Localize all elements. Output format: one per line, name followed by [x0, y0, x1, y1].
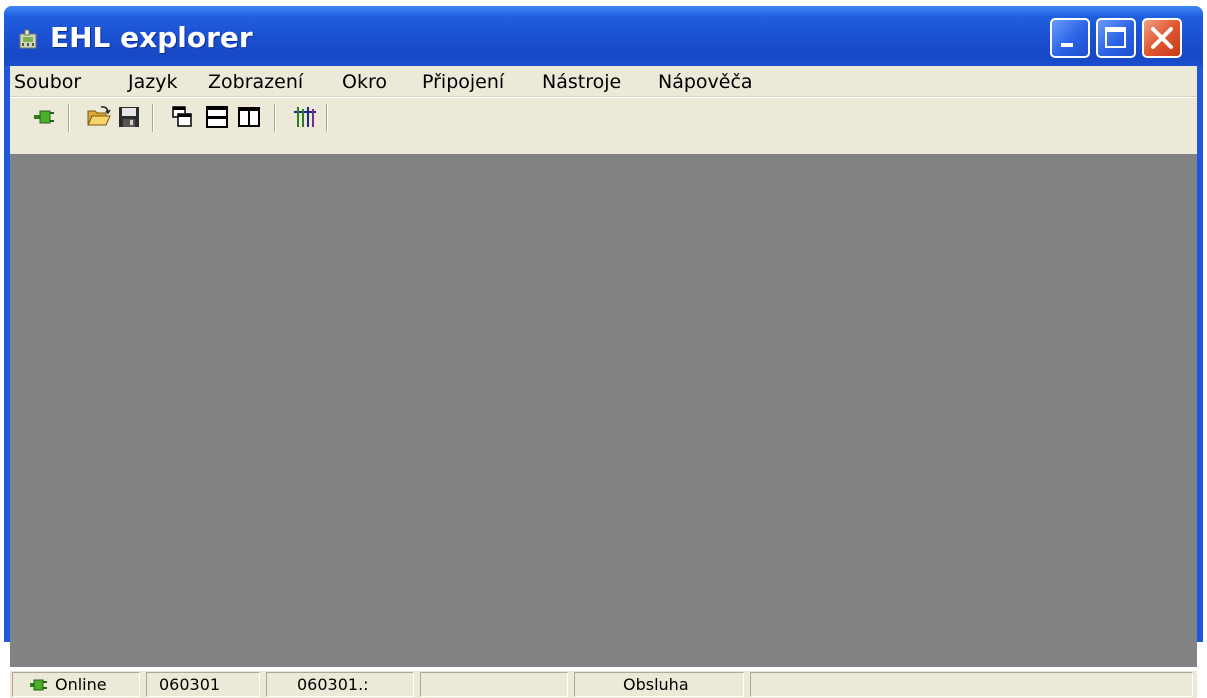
- tile-horizontal-button[interactable]: [204, 104, 230, 130]
- status-role: Obsluha: [623, 675, 689, 694]
- mdi-workspace[interactable]: [10, 154, 1197, 667]
- status-bar: Online 060301 060301.: Obsluha: [10, 671, 1197, 698]
- maximize-button[interactable]: [1096, 18, 1136, 58]
- menu-bar: Soubor Jazyk Zobrazení Okro Připojení Ná…: [10, 66, 1197, 97]
- status-connection-panel: Online: [12, 672, 140, 697]
- cascade-windows-icon: [172, 106, 192, 127]
- status-panel-1: 060301: [146, 672, 260, 697]
- open-button[interactable]: [86, 104, 112, 130]
- tile-vertical-button[interactable]: [236, 104, 262, 130]
- maximize-icon: [1105, 27, 1126, 48]
- toolbar-separator: [152, 104, 154, 132]
- toolbar: [10, 97, 1197, 137]
- save-disk-icon: [119, 107, 139, 127]
- menu-soubor[interactable]: Soubor: [14, 71, 81, 93]
- close-button[interactable]: [1142, 18, 1182, 58]
- connection-status: Online: [55, 675, 107, 694]
- tile-vertical-icon: [238, 107, 260, 127]
- status-panel-2: 060301.:: [266, 672, 414, 697]
- tile-horizontal-icon: [206, 106, 228, 128]
- status-panel-3: [420, 672, 568, 697]
- connect-plug-icon: [34, 110, 54, 124]
- window-title: EHL explorer: [50, 21, 253, 54]
- title-bar[interactable]: EHL explorer: [4, 6, 1203, 66]
- toolbar-separator: [274, 104, 276, 132]
- toolbar-separator: [326, 104, 328, 132]
- menu-jazyk[interactable]: Jazyk: [128, 71, 177, 93]
- minimize-button[interactable]: [1050, 18, 1090, 58]
- close-icon: [1151, 27, 1173, 49]
- cascade-button[interactable]: [170, 104, 196, 130]
- toolbar-separator: [68, 104, 70, 132]
- status-field-2: 060301.:: [297, 675, 369, 694]
- menu-pripojeni[interactable]: Připojení: [422, 71, 504, 93]
- connect-button[interactable]: [32, 104, 58, 130]
- minimize-icon: [1061, 43, 1073, 47]
- client-area: Soubor Jazyk Zobrazení Okro Připojení Ná…: [10, 66, 1197, 698]
- app-window: EHL explorer Soubor Jazyk Zobrazení Okro…: [4, 6, 1203, 698]
- status-panel-5: [750, 672, 1193, 697]
- menu-napoveda[interactable]: Nápověča: [658, 71, 753, 93]
- status-field-1: 060301: [159, 675, 221, 694]
- status-panel-role: Obsluha: [574, 672, 744, 697]
- app-icon[interactable]: [16, 28, 42, 52]
- bars-button[interactable]: [292, 104, 318, 130]
- menu-nastroje[interactable]: Nástroje: [542, 71, 621, 93]
- bars-chart-icon: [294, 107, 316, 127]
- save-button[interactable]: [116, 104, 142, 130]
- menu-zobrazeni[interactable]: Zobrazení: [208, 71, 303, 93]
- open-folder-icon: [87, 106, 111, 126]
- menu-okro[interactable]: Okro: [342, 71, 387, 93]
- connect-plug-icon: [29, 676, 49, 694]
